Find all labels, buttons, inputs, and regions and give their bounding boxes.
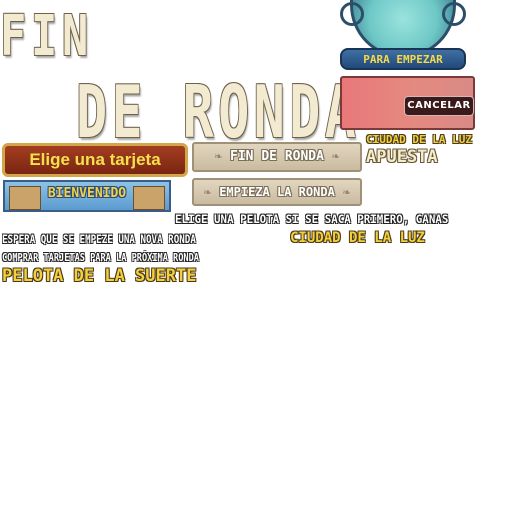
house-icon xyxy=(9,186,41,210)
comprar-tarjetas-label: COMPRAR TARJETAS PARA LA PRÓXIMA RONDA xyxy=(2,252,199,264)
cancelar-button[interactable]: CANCELAR xyxy=(404,96,474,116)
fin-de-ronda-label: FIN DE RONDA xyxy=(230,149,324,164)
apuesta-label: APUESTA xyxy=(366,147,438,167)
swirl-ornament-icon xyxy=(340,2,364,26)
fin-de-ronda-button[interactable]: ❧ FIN DE RONDA ❧ xyxy=(192,142,362,172)
ciudad-de-la-luz-label-small: CIUDAD DE LA LUZ xyxy=(366,133,472,146)
bienvenido-banner: BIENVENIDO xyxy=(3,180,171,212)
house-icon xyxy=(133,186,165,210)
bienvenido-label: BIENVENIDO xyxy=(47,186,127,201)
para-empezar-button[interactable]: PARA EMPEZAR xyxy=(340,48,466,70)
fleur-ornament-icon: ❧ xyxy=(323,149,340,164)
espera-ronda-label: ESPERA QUE SE EMPEZE UNA NOVA RONDA xyxy=(2,232,196,246)
empieza-la-ronda-label: EMPIEZA LA RONDA xyxy=(219,185,335,199)
title-fin: FIN xyxy=(0,4,93,69)
para-empezar-widget: PARA EMPEZAR xyxy=(338,0,468,74)
fleur-ornament-icon: ❧ xyxy=(203,185,220,200)
pelota-de-la-suerte-label: PELOTA DE LA SUERTE xyxy=(2,266,197,286)
elige-pelota-label: ELIGE UNA PELOTA SI SE SACA PRIMERO, GAN… xyxy=(175,212,449,226)
empieza-la-ronda-button[interactable]: ❧ EMPIEZA LA RONDA ❧ xyxy=(192,178,362,206)
elige-tarjeta-button[interactable]: Elige una tarjeta xyxy=(2,143,188,177)
ciudad-de-la-luz-label-large: CIUDAD DE LA LUZ xyxy=(290,230,425,246)
fleur-ornament-icon: ❧ xyxy=(334,185,351,200)
cancel-panel: CANCELAR xyxy=(340,76,475,130)
swirl-ornament-icon xyxy=(442,2,466,26)
fleur-ornament-icon: ❧ xyxy=(214,149,231,164)
